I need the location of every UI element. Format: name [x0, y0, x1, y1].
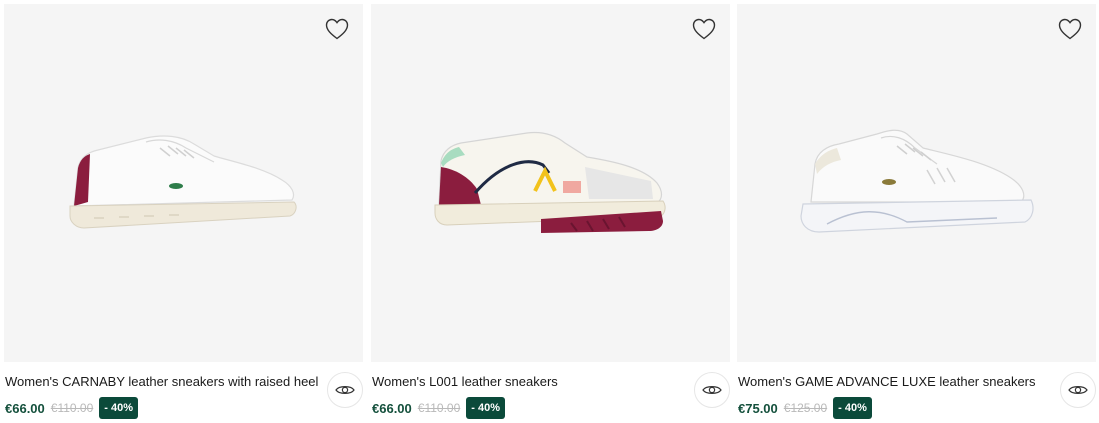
product-image[interactable]	[4, 4, 363, 362]
original-price: €125.00	[783, 401, 828, 415]
eye-icon	[335, 386, 355, 394]
discount-badge: - 40%	[833, 397, 872, 419]
product-grid: Women's CARNABY leather sneakers with ra…	[0, 0, 1099, 423]
product-name[interactable]: Women's GAME ADVANCE LUXE leather sneake…	[738, 374, 1036, 390]
eye-icon	[702, 386, 722, 394]
product-image[interactable]	[371, 4, 730, 362]
current-price: €66.00	[372, 400, 412, 416]
product-card[interactable]: Women's L001 leather sneakers €66.00 €11…	[371, 4, 730, 423]
price-row: €66.00 €110.00 - 40%	[5, 397, 139, 419]
heart-icon[interactable]	[325, 18, 349, 40]
heart-icon[interactable]	[1058, 18, 1082, 40]
heart-icon[interactable]	[692, 18, 716, 40]
sneaker-image	[799, 129, 1034, 233]
product-name[interactable]: Women's CARNABY leather sneakers with ra…	[5, 374, 318, 390]
original-price: €110.00	[50, 401, 94, 415]
original-price: €110.00	[417, 401, 461, 415]
product-card[interactable]: Women's CARNABY leather sneakers with ra…	[4, 4, 363, 423]
quick-view-button[interactable]	[694, 372, 730, 408]
product-name[interactable]: Women's L001 leather sneakers	[372, 374, 558, 390]
product-image[interactable]	[737, 4, 1096, 362]
current-price: €66.00	[5, 400, 45, 416]
price-row: €66.00 €110.00 - 40%	[372, 397, 506, 419]
quick-view-button[interactable]	[1060, 372, 1096, 408]
price-row: €75.00 €125.00 - 40%	[738, 397, 872, 419]
eye-icon	[1068, 386, 1088, 394]
discount-badge: - 40%	[466, 397, 506, 419]
sneaker-image	[69, 135, 297, 229]
quick-view-button[interactable]	[327, 372, 363, 408]
product-card[interactable]: Women's GAME ADVANCE LUXE leather sneake…	[737, 4, 1096, 423]
sneaker-image	[434, 131, 666, 233]
discount-badge: - 40%	[99, 397, 139, 419]
current-price: €75.00	[738, 400, 778, 416]
